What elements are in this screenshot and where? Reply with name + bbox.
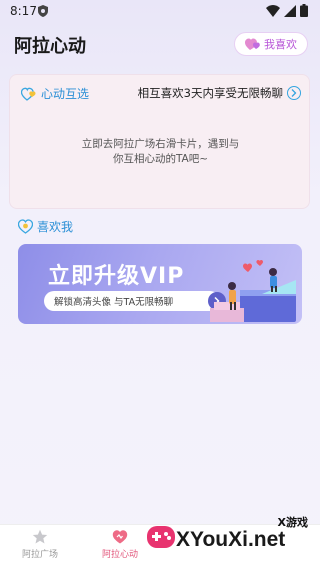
status-time: 8:17 (10, 4, 37, 18)
mutual-match-card: 心动互选 相互喜欢3天内享受无限畅聊 立即去阿拉广场右滑卡片，遇到与 你互相心动… (9, 74, 310, 209)
mutual-empty-text: 立即去阿拉广场右滑卡片，遇到与 你互相心动的TA吧~ (10, 137, 311, 167)
gamepad-logo-icon (147, 526, 175, 548)
my-likes-label: 我喜欢 (264, 38, 297, 51)
heart-badge-icon (18, 219, 33, 234)
shield-icon (38, 5, 48, 17)
page-title: 阿拉心动 (14, 36, 86, 57)
mutual-match-link[interactable]: 相互喜欢3天内享受无限畅聊 (138, 85, 301, 101)
chevron-right-icon (287, 86, 301, 100)
status-icons (266, 4, 308, 17)
vip-title: 立即升级VIP (48, 264, 185, 289)
star-icon (32, 529, 48, 544)
vip-subtitle: 解锁高清头像 与TA无限畅聊 (54, 297, 174, 308)
nav-label-heartbeat: 阿拉心动 (101, 550, 138, 560)
empty-text-line-1: 立即去阿拉广场右滑卡片，遇到与 (81, 138, 240, 150)
nav-item-plaza[interactable]: 阿拉广场 (0, 529, 80, 560)
mutual-hearts-icon (21, 87, 36, 101)
watermark: X游戏 XYouXi.net (146, 512, 320, 569)
hearts-icon (245, 38, 260, 50)
my-likes-button[interactable]: 我喜欢 (234, 32, 308, 56)
mutual-match-header: 心动互选 (21, 85, 89, 102)
mutual-match-tip: 相互喜欢3天内享受无限畅聊 (137, 86, 283, 100)
wifi-icon (266, 4, 280, 17)
header: 阿拉心动 我喜欢 (0, 26, 320, 62)
couple-illustration (210, 260, 296, 322)
liked-me-title: 喜欢我 (37, 220, 74, 234)
watermark-site-text: XYouXi.net (176, 528, 286, 551)
mutual-match-title: 心动互选 (41, 87, 90, 101)
heart-icon (112, 530, 128, 544)
nav-label-plaza: 阿拉广场 (21, 550, 58, 560)
battery-icon (300, 4, 308, 17)
empty-text-line-2: 你互相心动的TA吧~ (112, 153, 209, 165)
vip-upgrade-banner[interactable]: 立即升级VIP 解锁高清头像 与TA无限畅聊 (18, 244, 302, 324)
status-bar: 8:17 (0, 0, 320, 22)
signal-icon (284, 4, 296, 17)
vip-subtitle-pill: 解锁高清头像 与TA无限畅聊 (44, 291, 226, 311)
liked-me-header: 喜欢我 (18, 218, 73, 235)
